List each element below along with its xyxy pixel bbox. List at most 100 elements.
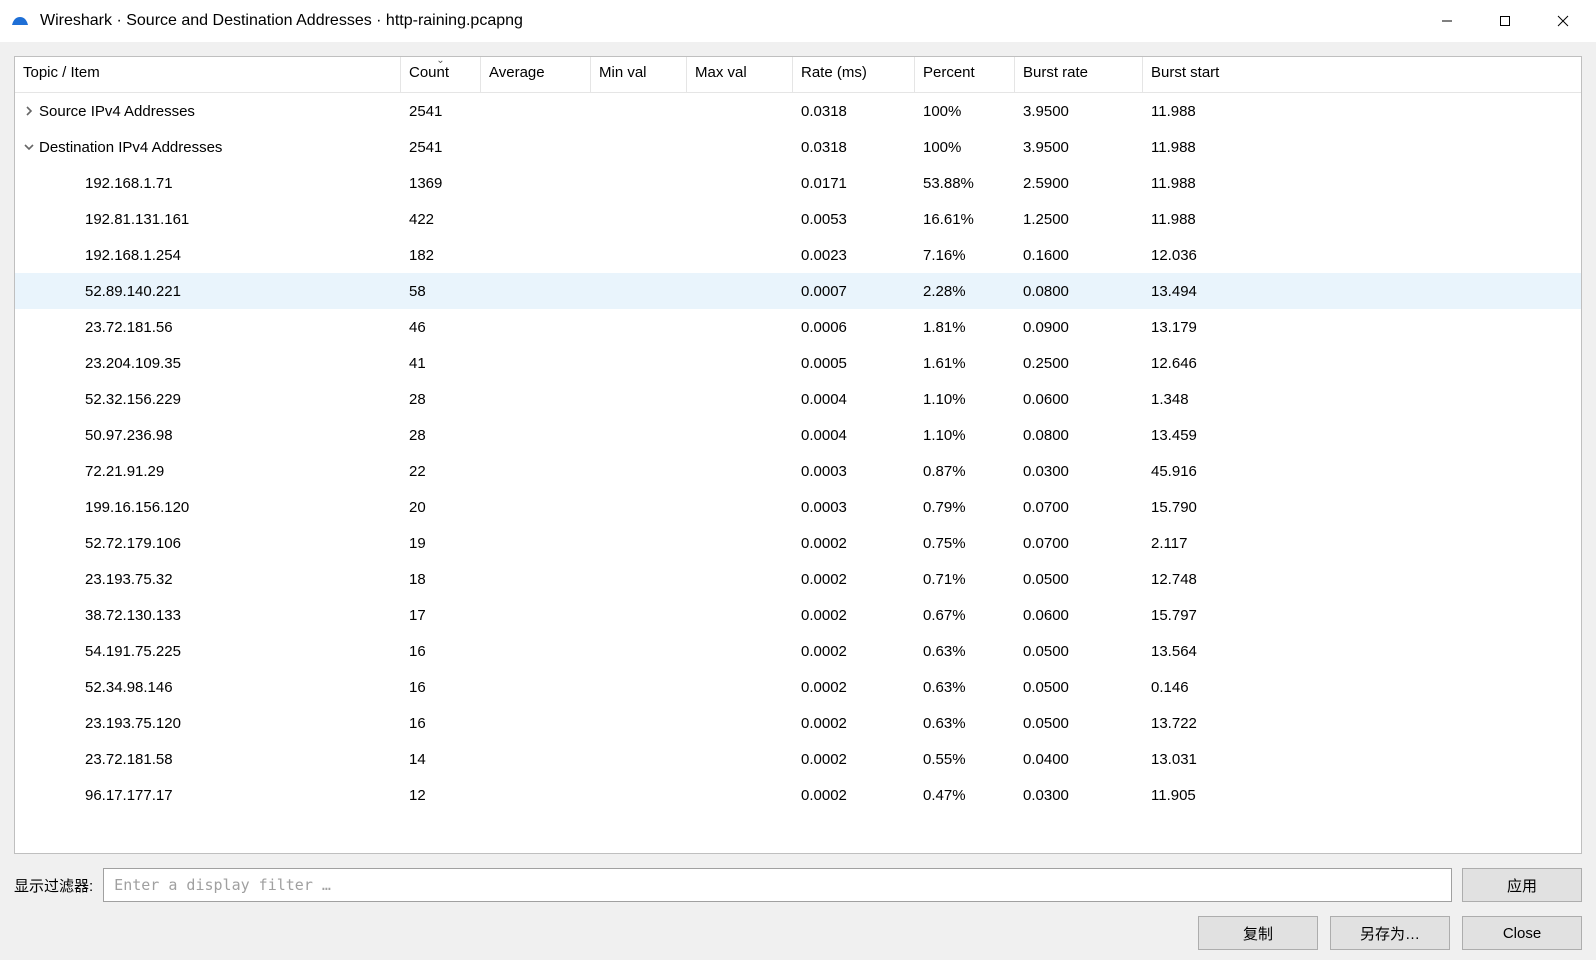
cell-bstart: 15.790 bbox=[1143, 499, 1343, 516]
table-row[interactable]: 23.72.181.58140.00020.55%0.040013.031 bbox=[15, 741, 1581, 777]
table-row[interactable]: 23.72.181.56460.00061.81%0.090013.179 bbox=[15, 309, 1581, 345]
cell-bstart: 11.905 bbox=[1143, 787, 1343, 804]
topic-label: 96.17.177.17 bbox=[85, 787, 173, 804]
table-row[interactable]: Destination IPv4 Addresses25410.0318100%… bbox=[15, 129, 1581, 165]
cell-brate: 0.0500 bbox=[1015, 715, 1143, 732]
table-row[interactable]: 50.97.236.98280.00041.10%0.080013.459 bbox=[15, 417, 1581, 453]
topic-label: 192.81.131.161 bbox=[85, 211, 189, 228]
table-row[interactable]: 96.17.177.17120.00020.47%0.030011.905 bbox=[15, 777, 1581, 813]
chevron-right-icon[interactable] bbox=[19, 106, 39, 116]
table-row[interactable]: 38.72.130.133170.00020.67%0.060015.797 bbox=[15, 597, 1581, 633]
maximize-button[interactable] bbox=[1476, 0, 1534, 42]
cell-rate: 0.0002 bbox=[793, 643, 915, 660]
topic-label: 23.72.181.56 bbox=[85, 319, 173, 336]
cell-count: 182 bbox=[401, 247, 481, 264]
cell-pct: 1.10% bbox=[915, 391, 1015, 408]
cell-bstart: 13.179 bbox=[1143, 319, 1343, 336]
topic-label: 199.16.156.120 bbox=[85, 499, 189, 516]
cell-pct: 0.75% bbox=[915, 535, 1015, 552]
column-rate[interactable]: Rate (ms) bbox=[793, 57, 915, 92]
cell-topic: 52.34.98.146 bbox=[15, 679, 401, 696]
cell-pct: 1.61% bbox=[915, 355, 1015, 372]
cell-topic: 192.168.1.254 bbox=[15, 247, 401, 264]
table-row[interactable]: 72.21.91.29220.00030.87%0.030045.916 bbox=[15, 453, 1581, 489]
cell-rate: 0.0023 bbox=[793, 247, 915, 264]
topic-label: 192.168.1.254 bbox=[85, 247, 181, 264]
cell-rate: 0.0007 bbox=[793, 283, 915, 300]
cell-rate: 0.0006 bbox=[793, 319, 915, 336]
table-row[interactable]: 52.72.179.106190.00020.75%0.07002.117 bbox=[15, 525, 1581, 561]
cell-pct: 100% bbox=[915, 139, 1015, 156]
cell-topic: 23.72.181.58 bbox=[15, 751, 401, 768]
table-body[interactable]: Source IPv4 Addresses25410.0318100%3.950… bbox=[15, 93, 1581, 853]
cell-bstart: 13.031 bbox=[1143, 751, 1343, 768]
filter-row: 显示过滤器: 应用 bbox=[14, 868, 1582, 902]
cell-topic: 52.72.179.106 bbox=[15, 535, 401, 552]
cell-bstart: 0.146 bbox=[1143, 679, 1343, 696]
column-count[interactable]: ⌄ Count bbox=[401, 57, 481, 92]
column-burststart[interactable]: Burst start bbox=[1143, 57, 1343, 92]
client-area: Topic / Item ⌄ Count Average Min val Max… bbox=[0, 42, 1596, 960]
column-burstrate[interactable]: Burst rate bbox=[1015, 57, 1143, 92]
column-topic[interactable]: Topic / Item bbox=[15, 57, 401, 92]
cell-topic: Destination IPv4 Addresses bbox=[15, 139, 401, 156]
close-button[interactable]: Close bbox=[1462, 916, 1582, 950]
cell-brate: 0.1600 bbox=[1015, 247, 1143, 264]
cell-pct: 0.67% bbox=[915, 607, 1015, 624]
topic-label: 38.72.130.133 bbox=[85, 607, 181, 624]
display-filter-input[interactable] bbox=[103, 868, 1452, 902]
cell-pct: 0.71% bbox=[915, 571, 1015, 588]
table-row[interactable]: 52.34.98.146160.00020.63%0.05000.146 bbox=[15, 669, 1581, 705]
cell-count: 28 bbox=[401, 391, 481, 408]
cell-rate: 0.0002 bbox=[793, 751, 915, 768]
cell-pct: 0.47% bbox=[915, 787, 1015, 804]
cell-count: 17 bbox=[401, 607, 481, 624]
cell-topic: 199.16.156.120 bbox=[15, 499, 401, 516]
table-row[interactable]: 192.168.1.2541820.00237.16%0.160012.036 bbox=[15, 237, 1581, 273]
topic-label: 23.72.181.58 bbox=[85, 751, 173, 768]
cell-rate: 0.0004 bbox=[793, 391, 915, 408]
cell-pct: 0.63% bbox=[915, 679, 1015, 696]
column-average[interactable]: Average bbox=[481, 57, 591, 92]
cell-count: 18 bbox=[401, 571, 481, 588]
cell-count: 19 bbox=[401, 535, 481, 552]
table-row[interactable]: 199.16.156.120200.00030.79%0.070015.790 bbox=[15, 489, 1581, 525]
topic-label: Source IPv4 Addresses bbox=[39, 103, 195, 120]
table-row[interactable]: 192.168.1.7113690.017153.88%2.590011.988 bbox=[15, 165, 1581, 201]
saveas-button[interactable]: 另存为… bbox=[1330, 916, 1450, 950]
table-row[interactable]: 23.193.75.120160.00020.63%0.050013.722 bbox=[15, 705, 1581, 741]
close-window-button[interactable] bbox=[1534, 0, 1592, 42]
table-row[interactable]: 23.193.75.32180.00020.71%0.050012.748 bbox=[15, 561, 1581, 597]
cell-brate: 0.0800 bbox=[1015, 283, 1143, 300]
copy-button[interactable]: 复制 bbox=[1198, 916, 1318, 950]
cell-bstart: 12.646 bbox=[1143, 355, 1343, 372]
cell-pct: 0.79% bbox=[915, 499, 1015, 516]
apply-button[interactable]: 应用 bbox=[1462, 868, 1582, 902]
cell-brate: 0.0500 bbox=[1015, 679, 1143, 696]
column-percent[interactable]: Percent bbox=[915, 57, 1015, 92]
cell-count: 46 bbox=[401, 319, 481, 336]
window-title: Wireshark · Source and Destination Addre… bbox=[40, 12, 1418, 30]
column-maxval[interactable]: Max val bbox=[687, 57, 793, 92]
cell-topic: 23.193.75.32 bbox=[15, 571, 401, 588]
table-row[interactable]: 54.191.75.225160.00020.63%0.050013.564 bbox=[15, 633, 1581, 669]
table-row[interactable]: 52.89.140.221580.00072.28%0.080013.494 bbox=[15, 273, 1581, 309]
table-row[interactable]: 52.32.156.229280.00041.10%0.06001.348 bbox=[15, 381, 1581, 417]
cell-rate: 0.0003 bbox=[793, 463, 915, 480]
table-row[interactable]: Source IPv4 Addresses25410.0318100%3.950… bbox=[15, 93, 1581, 129]
column-minval[interactable]: Min val bbox=[591, 57, 687, 92]
minimize-button[interactable] bbox=[1418, 0, 1476, 42]
topic-label: Destination IPv4 Addresses bbox=[39, 139, 222, 156]
cell-bstart: 11.988 bbox=[1143, 139, 1343, 156]
topic-label: 50.97.236.98 bbox=[85, 427, 173, 444]
cell-count: 41 bbox=[401, 355, 481, 372]
table-row[interactable]: 23.204.109.35410.00051.61%0.250012.646 bbox=[15, 345, 1581, 381]
cell-rate: 0.0004 bbox=[793, 427, 915, 444]
cell-brate: 0.0700 bbox=[1015, 535, 1143, 552]
topic-label: 52.32.156.229 bbox=[85, 391, 181, 408]
chevron-down-icon[interactable] bbox=[19, 142, 39, 152]
table-row[interactable]: 192.81.131.1614220.005316.61%1.250011.98… bbox=[15, 201, 1581, 237]
cell-count: 28 bbox=[401, 427, 481, 444]
cell-count: 2541 bbox=[401, 103, 481, 120]
dialog-button-row: 复制 另存为… Close bbox=[14, 916, 1582, 950]
